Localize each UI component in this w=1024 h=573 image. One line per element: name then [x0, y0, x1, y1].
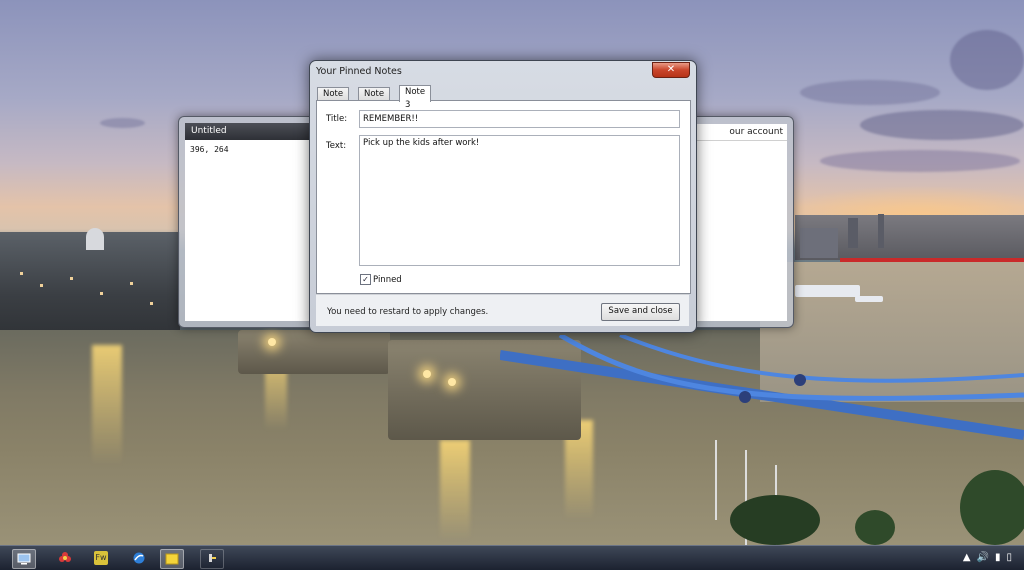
arrow-up-icon[interactable]: ▲ [963, 552, 977, 563]
tab-note-1[interactable]: Note 1 [317, 87, 350, 112]
pinned-notes-window[interactable]: Your Pinned Notes ✕ Note 1 Note 2 Note 3… [309, 60, 697, 333]
pin-icon[interactable] [200, 549, 224, 569]
status-message: You need to restard to apply changes. [327, 307, 489, 317]
battery-icon[interactable]: ▯ [1006, 552, 1018, 563]
fireworks-icon[interactable]: Fw [94, 551, 108, 565]
signal-icon[interactable]: ▮ [995, 552, 1007, 563]
tab-note-2[interactable]: Note 2 [358, 87, 391, 112]
text-area[interactable]: Pick up the kids after work! [359, 135, 680, 266]
flower-icon[interactable] [54, 549, 76, 567]
system-tray: ▲🔊▮▯ [963, 552, 1018, 563]
untitled-window-title: Untitled [185, 123, 309, 140]
note-panel: Title: REMEMBER!! Text: Pick up the kids… [316, 100, 691, 294]
save-and-close-button[interactable]: Save and close [601, 303, 680, 321]
close-icon: ✕ [666, 64, 676, 75]
title-input[interactable]: REMEMBER!! [359, 110, 680, 128]
text-label: Text: [326, 141, 347, 151]
computer-icon[interactable] [12, 549, 36, 569]
account-options-window[interactable]: our account options [690, 116, 794, 328]
tab-note-3[interactable]: Note 3 [399, 85, 432, 110]
title-label: Title: [326, 114, 348, 124]
account-options-body [697, 141, 787, 321]
coordinate-readout: 396, 264 [190, 145, 229, 154]
untitled-window-body: 396, 264 [185, 140, 309, 321]
window-title: Your Pinned Notes [316, 66, 402, 77]
notes-icon[interactable] [160, 549, 184, 569]
pinned-label: Pinned [373, 275, 402, 285]
untitled-window[interactable]: Untitled 396, 264 [178, 116, 316, 328]
volume-icon[interactable]: 🔊 [977, 552, 995, 563]
close-button[interactable]: ✕ [652, 62, 690, 78]
status-bar: You need to restard to apply changes. Sa… [316, 294, 689, 326]
browser-icon[interactable] [128, 549, 150, 567]
pinned-checkbox[interactable]: ✓ [360, 274, 371, 285]
account-options-title: our account options [697, 124, 787, 153]
taskbar: Fw ▲🔊▮▯ [0, 545, 1024, 570]
